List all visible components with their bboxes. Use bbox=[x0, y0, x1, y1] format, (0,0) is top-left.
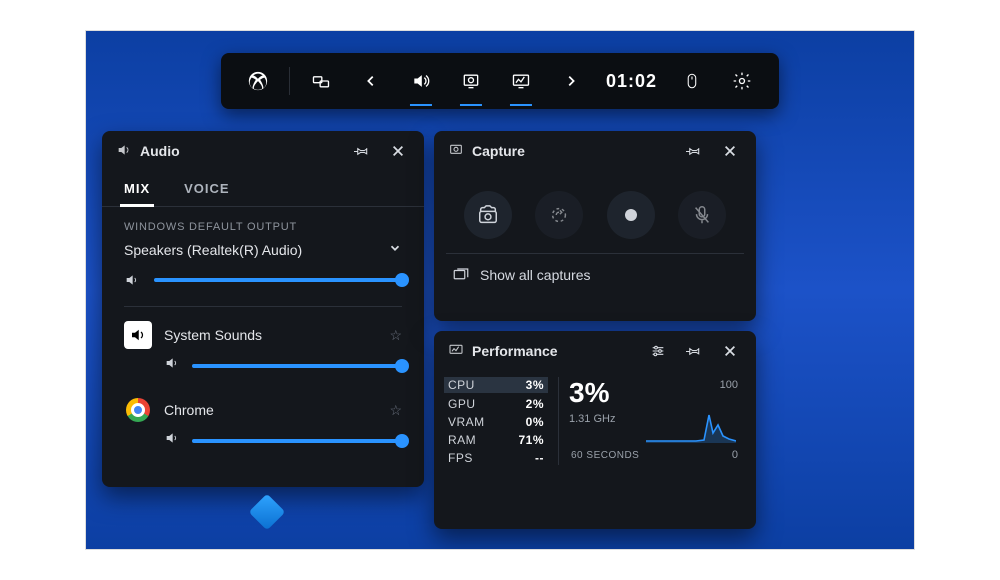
mouse-icon bbox=[669, 53, 715, 109]
gamebar-toolbar: 01:02 bbox=[221, 53, 779, 109]
screenshot-button[interactable] bbox=[464, 191, 512, 239]
close-button[interactable] bbox=[716, 337, 744, 365]
master-volume-slider[interactable] bbox=[154, 278, 402, 282]
capture-widget-button[interactable] bbox=[448, 53, 494, 109]
output-device-dropdown[interactable] bbox=[388, 241, 402, 258]
twc-logo bbox=[249, 494, 286, 531]
graph-y-min: 0 bbox=[732, 449, 738, 461]
audio-title: Audio bbox=[140, 143, 180, 159]
cpu-graph: 3% 1.31 GHz 100 0 60 SECONDS bbox=[558, 377, 742, 465]
pin-button[interactable] bbox=[680, 337, 708, 365]
clock: 01:02 bbox=[598, 71, 665, 92]
app-name-system-sounds: System Sounds bbox=[164, 327, 262, 343]
volume-icon bbox=[124, 272, 142, 288]
pin-button[interactable] bbox=[348, 137, 376, 165]
performance-panel: Performance CPU3% GPU2% VRAM0% RAM71% FP… bbox=[434, 331, 756, 529]
metric-cpu[interactable]: CPU3% bbox=[444, 377, 548, 393]
graph-x-label: 60 SECONDS bbox=[571, 450, 639, 461]
metric-ram[interactable]: RAM71% bbox=[448, 433, 544, 447]
performance-title: Performance bbox=[472, 343, 558, 359]
pin-button[interactable] bbox=[680, 137, 708, 165]
prev-button[interactable] bbox=[348, 53, 394, 109]
graph-y-max: 100 bbox=[720, 379, 738, 391]
volume-icon bbox=[164, 355, 180, 376]
mic-toggle-button[interactable] bbox=[678, 191, 726, 239]
record-dot-icon bbox=[625, 209, 637, 221]
volume-icon bbox=[116, 142, 132, 161]
performance-icon bbox=[448, 342, 464, 361]
cpu-sparkline bbox=[646, 403, 736, 443]
tab-mix[interactable]: MIX bbox=[124, 171, 150, 206]
capture-title: Capture bbox=[472, 143, 525, 159]
chrome-icon bbox=[124, 396, 152, 424]
xbox-button[interactable] bbox=[235, 53, 281, 109]
show-all-captures-link[interactable]: Show all captures bbox=[434, 254, 756, 300]
output-device-name: Speakers (Realtek(R) Audio) bbox=[124, 242, 302, 258]
output-section-label: WINDOWS DEFAULT OUTPUT bbox=[102, 207, 424, 237]
app-name-chrome: Chrome bbox=[164, 402, 214, 418]
settings-button[interactable] bbox=[719, 53, 765, 109]
capture-panel: Capture Show all bbox=[434, 131, 756, 321]
system-sounds-slider[interactable] bbox=[192, 364, 402, 368]
metric-gpu[interactable]: GPU2% bbox=[448, 397, 544, 411]
capture-icon bbox=[448, 142, 464, 161]
performance-widget-button[interactable] bbox=[498, 53, 544, 109]
volume-icon bbox=[164, 430, 180, 451]
next-button[interactable] bbox=[548, 53, 594, 109]
metric-vram[interactable]: VRAM0% bbox=[448, 415, 544, 429]
chrome-volume-slider[interactable] bbox=[192, 439, 402, 443]
audio-widget-button[interactable] bbox=[398, 53, 444, 109]
favorite-toggle[interactable]: ☆ bbox=[389, 402, 402, 419]
metric-fps[interactable]: FPS-- bbox=[448, 451, 544, 465]
close-button[interactable] bbox=[716, 137, 744, 165]
perf-options-button[interactable] bbox=[644, 337, 672, 365]
system-sounds-icon bbox=[124, 321, 152, 349]
widgets-button[interactable] bbox=[298, 53, 344, 109]
show-all-captures-label: Show all captures bbox=[480, 267, 591, 283]
master-volume-row bbox=[102, 264, 424, 302]
close-button[interactable] bbox=[384, 137, 412, 165]
toolbar-separator bbox=[289, 67, 290, 95]
favorite-toggle[interactable]: ☆ bbox=[389, 327, 402, 344]
metrics-list: CPU3% GPU2% VRAM0% RAM71% FPS-- bbox=[448, 377, 544, 465]
audio-panel: Audio MIX VOICE WINDOWS DEFAULT OUTPUT S… bbox=[102, 131, 424, 487]
tab-voice[interactable]: VOICE bbox=[184, 171, 229, 206]
record-last-button[interactable] bbox=[535, 191, 583, 239]
start-recording-button[interactable] bbox=[607, 191, 655, 239]
